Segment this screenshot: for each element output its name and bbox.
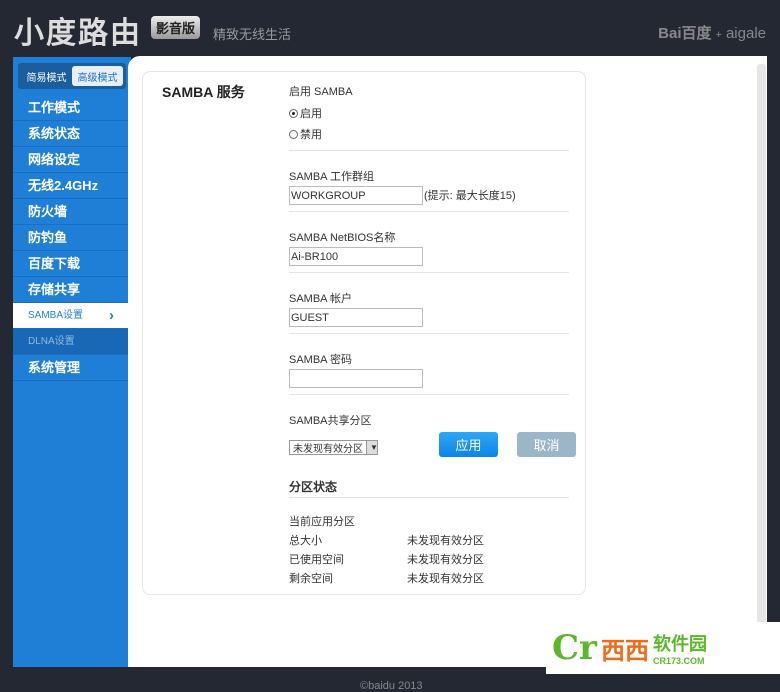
enable-label: 启用 SAMBA [289, 86, 353, 98]
netbios-label: SAMBA NetBIOS名称 [289, 232, 396, 244]
divider [289, 211, 569, 212]
page-title: SAMBA 服务 [162, 84, 245, 100]
netbios-input[interactable] [289, 247, 423, 266]
sidebar-item-work-mode[interactable]: 工作模式 [13, 95, 131, 121]
aigale-logo: aigale [725, 25, 766, 42]
chevron-right-icon: › [109, 307, 114, 324]
watermark-xixi: 西西 [600, 637, 649, 665]
divider [289, 150, 569, 151]
sidebar: 简易模式 高级模式 工作模式 系统状态 网络设定 无线2.4GHz 防火墙 防钓… [13, 57, 131, 667]
simple-mode-button[interactable]: 简易模式 [21, 66, 72, 86]
plus: + [715, 29, 722, 41]
sidebar-item-dlna[interactable]: DLNA设置 [13, 329, 131, 355]
baidu-logo: Bai百度 [658, 25, 712, 42]
footer-copyright: ©baidu 2013 [360, 680, 423, 692]
workgroup-hint: (提示: 最大长度15) [424, 189, 516, 202]
divider [289, 272, 569, 273]
sidebar-item-firewall[interactable]: 防火墙 [13, 199, 131, 225]
nav-menu: 工作模式 系统状态 网络设定 无线2.4GHz 防火墙 防钓鱼 百度下载 存储共… [13, 95, 131, 381]
sidebar-item-anti-phishing[interactable]: 防钓鱼 [13, 225, 131, 251]
advanced-mode-button[interactable]: 高级模式 [72, 66, 123, 86]
partition-status-title: 分区状态 [289, 480, 338, 494]
watermark-cr: Cr [552, 628, 597, 668]
cancel-button[interactable]: 取消 [517, 432, 576, 457]
watermark: Cr 西西 软件园 CR173.COM [546, 622, 780, 674]
password-input[interactable] [289, 369, 423, 388]
enable-on-radio[interactable]: 启用 [289, 105, 569, 121]
status-key: 已使用空间 [289, 554, 344, 566]
sidebar-item-network[interactable]: 网络设定 [13, 147, 131, 173]
status-key: 总大小 [289, 535, 322, 547]
password-label: SAMBA 密码 [289, 354, 352, 366]
status-key: 剩余空间 [289, 573, 333, 585]
current-partition-label: 当前应用分区 [289, 516, 355, 528]
enable-off-radio[interactable]: 禁用 [289, 126, 569, 142]
status-value: 未发现有效分区 [407, 573, 484, 585]
sidebar-item-label: SAMBA设置 [28, 310, 84, 321]
divider [289, 497, 569, 498]
workgroup-input[interactable] [289, 186, 423, 205]
divider [289, 394, 569, 395]
account-input[interactable] [289, 308, 423, 327]
status-value: 未发现有效分区 [407, 554, 484, 566]
sidebar-item-system-status[interactable]: 系统状态 [13, 121, 131, 147]
radio-checked-icon [289, 108, 298, 118]
watermark-domain: CR173.COM [652, 656, 705, 666]
logo: 小度路由 [14, 16, 142, 51]
watermark-rj: 软件园 [652, 634, 707, 654]
divider [289, 333, 569, 334]
sidebar-item-wireless[interactable]: 无线2.4GHz [13, 173, 131, 199]
edition-badge: 影音版 [151, 16, 201, 39]
share-partition-select[interactable]: 未发现有效分区 ▼ [289, 440, 378, 455]
radio-label: 启用 [300, 108, 322, 120]
sidebar-item-baidu-download[interactable]: 百度下载 [13, 251, 131, 277]
samba-form: 启用 SAMBA 启用 禁用 SAMBA 工作群组 (提示: 最大长度15) S… [289, 83, 569, 455]
scrollbar[interactable] [757, 64, 766, 664]
sidebar-item-samba[interactable]: SAMBA设置 › [13, 303, 128, 329]
slogan: 精致无线生活 [213, 27, 292, 42]
brand-logos: Bai百度 + aigale [658, 22, 766, 43]
chevron-down-icon: ▼ [366, 441, 378, 454]
radio-unchecked-icon [289, 129, 298, 139]
radio-label: 禁用 [300, 129, 322, 141]
select-value: 未发现有效分区 [293, 444, 363, 455]
status-value: 未发现有效分区 [407, 535, 484, 547]
partition-status: 当前应用分区 总大小 未发现有效分区 已使用空间 未发现有效分区 剩余空间 未发现有效… [289, 513, 484, 589]
sidebar-item-system-admin[interactable]: 系统管理 [13, 355, 131, 381]
status-row: 剩余空间 未发现有效分区 [289, 570, 484, 589]
sidebar-item-storage-share[interactable]: 存储共享 [13, 277, 131, 303]
mode-switch: 简易模式 高级模式 [18, 63, 126, 89]
apply-button[interactable]: 应用 [439, 432, 498, 457]
status-row: 已使用空间 未发现有效分区 [289, 551, 484, 570]
account-label: SAMBA 帐户 [289, 293, 352, 305]
workgroup-label: SAMBA 工作群组 [289, 171, 374, 183]
share-label: SAMBA共享分区 [289, 415, 372, 427]
status-row: 总大小 未发现有效分区 [289, 532, 484, 551]
